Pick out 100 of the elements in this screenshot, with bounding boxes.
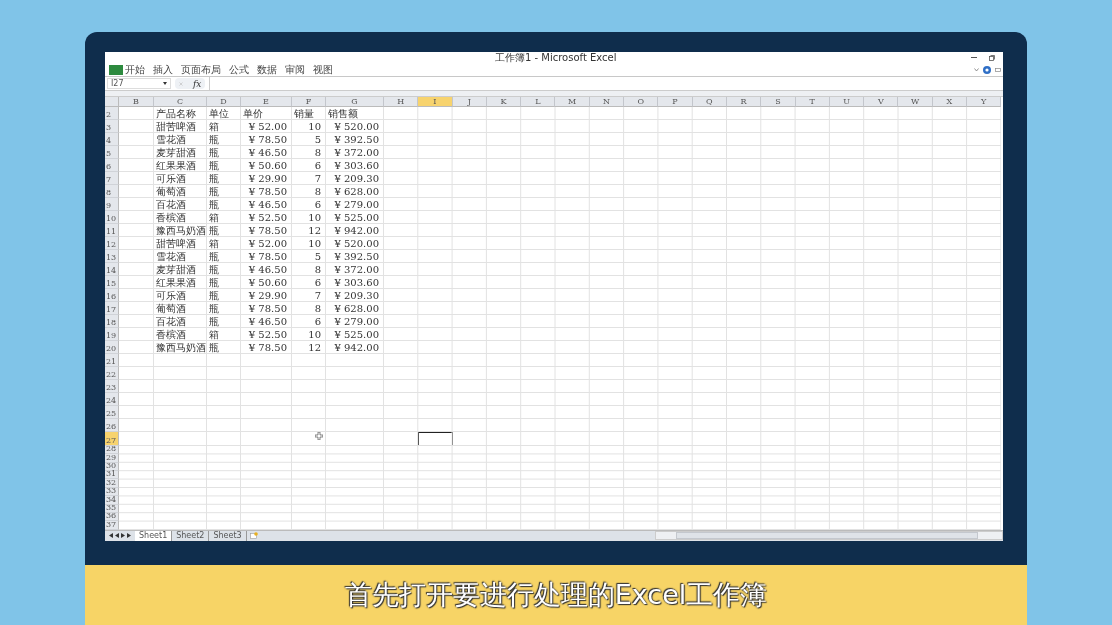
table-cell-text: ¥ 52.00 — [247, 119, 288, 133]
row-header[interactable]: 37 — [105, 521, 119, 530]
table-cell-text: 8 — [313, 184, 322, 198]
table-cell-text: 7 — [313, 288, 322, 302]
table-cell-text: 瓶 — [208, 314, 220, 328]
ribbon-tab[interactable]: 公式 — [225, 63, 253, 76]
table-cell-text: ¥ 52.50 — [247, 327, 288, 341]
table-cell-text: 箱 — [208, 236, 220, 250]
table-cell-text: 10 — [307, 119, 322, 133]
table-cell-text: 香槟酒 — [155, 327, 187, 341]
row-header[interactable]: 32 — [105, 479, 119, 488]
row-header[interactable]: 34 — [105, 496, 119, 505]
table-cell-text: ¥ 279.00 — [333, 314, 380, 328]
table-cell-text: ¥ 942.00 — [333, 223, 380, 237]
table-cell-text: 6 — [313, 197, 322, 211]
table-cell-text: ¥ 525.00 — [333, 210, 380, 224]
column-header[interactable]: W — [898, 96, 933, 107]
column-header[interactable]: G — [326, 96, 384, 107]
column-header[interactable]: H — [384, 96, 419, 107]
table-cell-text: 6 — [313, 275, 322, 289]
column-header[interactable]: M — [555, 96, 590, 107]
ribbon-tab[interactable]: 开始 — [123, 63, 149, 76]
ribbon-tab[interactable]: 视图 — [309, 63, 337, 76]
help-icon[interactable] — [983, 65, 991, 74]
row-header[interactable]: 29 — [105, 454, 119, 463]
selected-cell[interactable] — [418, 431, 453, 446]
table-cell-text: 麦芽甜酒 — [155, 262, 197, 276]
column-header[interactable]: I — [418, 96, 453, 107]
table-cell-text: 瓶 — [208, 132, 220, 146]
table-cell-text: 可乐酒 — [155, 288, 187, 302]
table-cell-text: 甜苦啤酒 — [155, 236, 197, 250]
table-cell-text: 8 — [313, 301, 322, 315]
column-header[interactable]: N — [589, 96, 625, 107]
restore-icon[interactable] — [989, 54, 995, 61]
column-header[interactable]: Y — [967, 96, 1002, 107]
subtitle-caption: 首先打开要进行处理的Excel工作簿 — [85, 565, 1027, 625]
table-cell-text: 5 — [313, 132, 322, 146]
column-header[interactable]: L — [521, 96, 556, 107]
table-cell-text: 麦芽甜酒 — [155, 145, 197, 159]
table-cell-text: 葡萄酒 — [155, 301, 187, 315]
horizontal-scrollbar[interactable] — [655, 531, 1003, 541]
table-cell-text: 百花酒 — [155, 314, 187, 328]
table-cell-text: ¥ 29.90 — [247, 171, 288, 185]
table-cell-text: ¥ 50.60 — [247, 158, 288, 172]
column-header[interactable]: O — [624, 96, 659, 107]
column-header[interactable]: T — [795, 96, 830, 107]
table-cell-text: ¥ 209.30 — [333, 171, 380, 185]
table-cell-text: 单价 — [242, 106, 264, 120]
minimize-ribbon-icon[interactable] — [995, 67, 1001, 72]
column-header[interactable]: P — [658, 96, 693, 107]
table-cell-text: 红果果酒 — [155, 275, 197, 289]
table-cell-text: ¥ 52.00 — [247, 236, 288, 250]
table-cell-text: ¥ 78.50 — [247, 301, 288, 315]
table-cell-text: 7 — [313, 171, 322, 185]
table-cell-text: ¥ 52.50 — [247, 210, 288, 224]
table-cell-text: 葡萄酒 — [155, 184, 187, 198]
column-header[interactable]: F — [292, 96, 326, 107]
column-header[interactable]: Q — [692, 96, 727, 107]
table-cell-text: ¥ 46.50 — [247, 197, 288, 211]
sheet-tab[interactable]: Sheet1 — [135, 530, 173, 541]
table-cell-text: ¥ 520.00 — [333, 236, 380, 250]
table-cell-text: 10 — [307, 210, 322, 224]
table-cell-text: ¥ 372.00 — [333, 145, 380, 159]
column-header[interactable]: E — [241, 96, 292, 107]
table-cell-text: 销售额 — [327, 106, 359, 120]
ribbon-tab[interactable]: 审阅 — [281, 63, 309, 76]
column-header[interactable]: D — [207, 96, 241, 107]
column-header[interactable]: U — [829, 96, 865, 107]
column-header[interactable]: X — [932, 96, 968, 107]
column-header[interactable]: C — [154, 96, 207, 107]
table-cell-text: 箱 — [208, 327, 220, 341]
ribbon-tab[interactable]: 页面布局 — [177, 63, 225, 76]
table-cell-text: ¥ 392.50 — [333, 132, 380, 146]
table-cell-text: 瓶 — [208, 288, 220, 302]
column-header[interactable]: K — [486, 96, 522, 107]
column-header[interactable]: J — [452, 96, 487, 107]
table-cell-text: ¥ 303.60 — [333, 158, 380, 172]
caret-icon[interactable] — [974, 67, 979, 72]
ribbon-tab[interactable]: 数据 — [253, 63, 281, 76]
row-header[interactable]: 35 — [105, 504, 119, 513]
scrollbar-thumb[interactable] — [676, 532, 978, 540]
column-header[interactable]: S — [761, 96, 796, 107]
column-header[interactable]: B — [119, 96, 154, 107]
minimize-icon[interactable] — [971, 56, 977, 59]
column-header[interactable]: R — [726, 96, 762, 107]
table-cell-text: 瓶 — [208, 171, 220, 185]
table-cell-text: 百花酒 — [155, 197, 187, 211]
column-header[interactable]: V — [864, 96, 899, 107]
table-cell-text: 瓶 — [208, 223, 220, 237]
table-cell-text: ¥ 78.50 — [247, 184, 288, 198]
table-cell-text: 8 — [313, 145, 322, 159]
table-cell-text: 箱 — [208, 119, 220, 133]
table-cell-text: 销量 — [293, 106, 315, 120]
table-cell-text: 瓶 — [208, 145, 220, 159]
table-cell-text: ¥ 29.90 — [247, 288, 288, 302]
table-cell-text: 红果果酒 — [155, 158, 197, 172]
name-box[interactable]: I27 — [107, 78, 171, 90]
table-cell-text: 瓶 — [208, 197, 220, 211]
file-tab[interactable] — [109, 64, 123, 75]
ribbon-tab[interactable]: 插入 — [149, 63, 177, 76]
